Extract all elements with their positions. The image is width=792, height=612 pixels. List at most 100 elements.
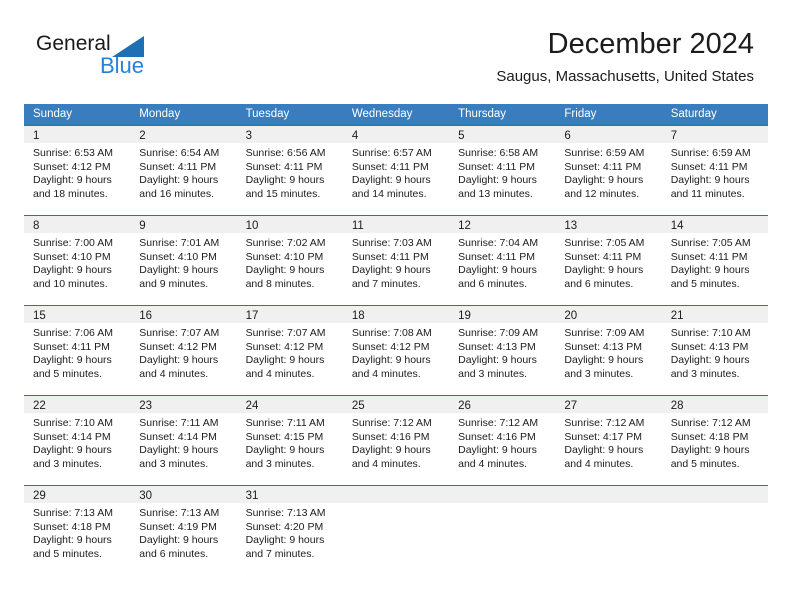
day-number: 13 (564, 220, 578, 232)
daylight-text-line1: Daylight: 9 hours (458, 444, 537, 457)
day-cell[interactable]: 28 Sunrise: 7:12 AM Sunset: 4:18 PM Dayligh… (661, 396, 768, 485)
calendar-page: General Blue December 2024 Saugus, Massa… (0, 0, 792, 612)
day-number-band (661, 486, 768, 503)
day-cell[interactable]: 2 Sunrise: 6:54 AM Sunset: 4:11 PM Daylight… (130, 126, 237, 215)
day-cell[interactable]: 27 Sunrise: 7:12 AM Sunset: 4:17 PM Dayligh… (555, 396, 662, 485)
sunset-text: Sunset: 4:10 PM (245, 250, 324, 263)
daylight-text-line1: Daylight: 9 hours (670, 444, 750, 457)
sunset-text: Sunset: 4:11 PM (564, 250, 642, 263)
day-number: 3 (245, 130, 252, 142)
sunrise-text: Sunrise: 7:09 AM (564, 327, 645, 339)
daylight-text-line2: and 7 minutes. (245, 547, 315, 560)
day-cell[interactable]: 25 Sunrise: 7:12 AM Sunset: 4:16 PM Dayligh… (342, 396, 450, 485)
daylight-text-line1: Daylight: 9 hours (139, 444, 219, 457)
day-number-band: 20 (555, 306, 662, 323)
day-cell[interactable]: 17 Sunrise: 7:07 AM Sunset: 4:12 PM Dayligh… (236, 306, 343, 395)
day-details: Sunrise: 7:05 AM Sunset: 4:11 PM Daylight:… (662, 233, 768, 291)
sunrise-text: Sunrise: 6:53 AM (33, 147, 113, 159)
sunset-text: Sunset: 4:10 PM (33, 250, 111, 263)
day-number-band: 27 (555, 396, 662, 413)
day-cell[interactable]: 20 Sunrise: 7:09 AM Sunset: 4:13 PM Dayligh… (555, 306, 662, 395)
day-details: Sunrise: 7:13 AM Sunset: 4:19 PM Daylight:… (130, 503, 236, 561)
sunset-text: Sunset: 4:14 PM (33, 430, 111, 443)
daylight-text-line1: Daylight: 9 hours (564, 174, 644, 187)
day-cell[interactable]: 22 Sunrise: 7:10 AM Sunset: 4:14 PM Dayligh… (24, 396, 131, 485)
sunrise-text: Sunrise: 7:10 AM (33, 417, 113, 429)
day-number-band: 3 (236, 126, 343, 143)
day-number-band (555, 486, 662, 503)
day-cell[interactable]: 16 Sunrise: 7:07 AM Sunset: 4:12 PM Dayligh… (130, 306, 237, 395)
day-cell[interactable]: 7 Sunrise: 6:59 AM Sunset: 4:11 PM Daylight… (661, 126, 768, 215)
day-details: Sunrise: 7:10 AM Sunset: 4:13 PM Daylight:… (662, 323, 768, 381)
daylight-text-line2: and 15 minutes. (245, 187, 321, 200)
daylight-text-line2: and 5 minutes. (33, 367, 102, 380)
day-details: Sunrise: 7:07 AM Sunset: 4:12 PM Daylight:… (130, 323, 236, 381)
day-number-band: 6 (555, 126, 662, 143)
daylight-text-line1: Daylight: 9 hours (139, 264, 219, 277)
day-cell[interactable]: 30 Sunrise: 7:13 AM Sunset: 4:19 PM Dayligh… (130, 486, 237, 575)
day-cell[interactable]: 10 Sunrise: 7:02 AM Sunset: 4:10 PM Dayligh… (236, 216, 343, 305)
day-cell[interactable]: 26 Sunrise: 7:12 AM Sunset: 4:16 PM Dayligh… (449, 396, 556, 485)
day-cell[interactable]: 19 Sunrise: 7:09 AM Sunset: 4:13 PM Dayligh… (449, 306, 556, 395)
day-cell[interactable]: 1 Sunrise: 6:53 AM Sunset: 4:12 PM Daylight… (24, 126, 131, 215)
sunset-text: Sunset: 4:11 PM (670, 250, 748, 263)
daylight-text-line2: and 4 minutes. (458, 457, 528, 470)
day-details: Sunrise: 7:13 AM Sunset: 4:18 PM Daylight:… (24, 503, 130, 561)
daylight-text-line1: Daylight: 9 hours (33, 444, 112, 457)
general-blue-logo[interactable]: General Blue (36, 32, 226, 88)
day-cell[interactable]: 4 Sunrise: 6:57 AM Sunset: 4:11 PM Daylight… (342, 126, 450, 215)
day-number-band: 9 (130, 216, 237, 233)
day-cell[interactable]: 18 Sunrise: 7:08 AM Sunset: 4:12 PM Dayligh… (342, 306, 450, 395)
day-cell[interactable]: 21 Sunrise: 7:10 AM Sunset: 4:13 PM Dayligh… (661, 306, 768, 395)
daylight-text-line2: and 9 minutes. (139, 277, 209, 290)
day-number-band: 12 (449, 216, 556, 233)
daylight-text-line1: Daylight: 9 hours (670, 354, 750, 367)
day-cell[interactable]: 24 Sunrise: 7:11 AM Sunset: 4:15 PM Dayligh… (236, 396, 343, 485)
day-number-band: 16 (130, 306, 237, 323)
day-number-band: 14 (661, 216, 768, 233)
day-cell[interactable]: 23 Sunrise: 7:11 AM Sunset: 4:14 PM Dayligh… (130, 396, 237, 485)
day-number: 12 (458, 220, 471, 232)
day-number-band: 30 (130, 486, 237, 503)
day-cell[interactable]: 13 Sunrise: 7:05 AM Sunset: 4:11 PM Dayligh… (555, 216, 662, 305)
day-details: Sunrise: 6:59 AM Sunset: 4:11 PM Daylight:… (662, 143, 768, 201)
day-cell[interactable]: 11 Sunrise: 7:03 AM Sunset: 4:11 PM Dayligh… (342, 216, 450, 305)
day-number-band: 22 (24, 396, 131, 413)
day-cell[interactable]: 29 Sunrise: 7:13 AM Sunset: 4:18 PM Dayligh… (24, 486, 131, 575)
day-cell[interactable]: 31 Sunrise: 7:13 AM Sunset: 4:20 PM Dayligh… (236, 486, 343, 575)
day-cell[interactable]: 3 Sunrise: 6:56 AM Sunset: 4:11 PM Daylight… (236, 126, 343, 215)
day-details: Sunrise: 7:04 AM Sunset: 4:11 PM Daylight:… (449, 233, 555, 291)
daylight-text-line1: Daylight: 9 hours (139, 354, 219, 367)
sunset-text: Sunset: 4:16 PM (458, 430, 536, 443)
day-number-band: 29 (24, 486, 131, 503)
calendar-week-row: 1 Sunrise: 6:53 AM Sunset: 4:12 PM Daylight… (24, 125, 768, 215)
daylight-text-line1: Daylight: 9 hours (245, 174, 325, 187)
sunrise-text: Sunrise: 7:10 AM (670, 327, 751, 339)
day-cell[interactable]: 6 Sunrise: 6:59 AM Sunset: 4:11 PM Daylight… (555, 126, 662, 215)
day-cell-empty (342, 486, 450, 575)
calendar-week-row: 8 Sunrise: 7:00 AM Sunset: 4:10 PM Daylight… (24, 215, 768, 305)
daylight-text-line1: Daylight: 9 hours (33, 354, 112, 367)
daylight-text-line2: and 3 minutes. (33, 457, 102, 470)
day-cell[interactable]: 9 Sunrise: 7:01 AM Sunset: 4:10 PM Daylight… (130, 216, 237, 305)
day-details: Sunrise: 6:56 AM Sunset: 4:11 PM Daylight:… (237, 143, 343, 201)
day-cell[interactable]: 8 Sunrise: 7:00 AM Sunset: 4:10 PM Daylight… (24, 216, 131, 305)
weekday-header-monday: Monday (139, 108, 181, 120)
day-cell[interactable]: 15 Sunrise: 7:06 AM Sunset: 4:11 PM Dayligh… (24, 306, 131, 395)
day-cell[interactable]: 5 Sunrise: 6:58 AM Sunset: 4:11 PM Daylight… (449, 126, 556, 215)
day-number: 11 (351, 220, 364, 232)
day-number: 29 (33, 490, 46, 502)
weekday-header-thursday: Thursday (458, 108, 507, 120)
sunset-text: Sunset: 4:14 PM (139, 430, 217, 443)
day-details: Sunrise: 7:06 AM Sunset: 4:11 PM Daylight:… (24, 323, 130, 381)
day-details: Sunrise: 7:09 AM Sunset: 4:13 PM Daylight:… (555, 323, 661, 381)
day-number: 5 (458, 130, 465, 142)
sunset-text: Sunset: 4:12 PM (139, 340, 217, 353)
daylight-text-line1: Daylight: 9 hours (458, 264, 537, 277)
day-cell[interactable]: 12 Sunrise: 7:04 AM Sunset: 4:11 PM Dayligh… (449, 216, 556, 305)
day-cell[interactable]: 14 Sunrise: 7:05 AM Sunset: 4:11 PM Dayligh… (661, 216, 768, 305)
daylight-text-line1: Daylight: 9 hours (139, 174, 219, 187)
day-number: 16 (139, 310, 153, 322)
sunset-text: Sunset: 4:12 PM (351, 340, 430, 353)
sunrise-text: Sunrise: 6:58 AM (458, 147, 539, 159)
